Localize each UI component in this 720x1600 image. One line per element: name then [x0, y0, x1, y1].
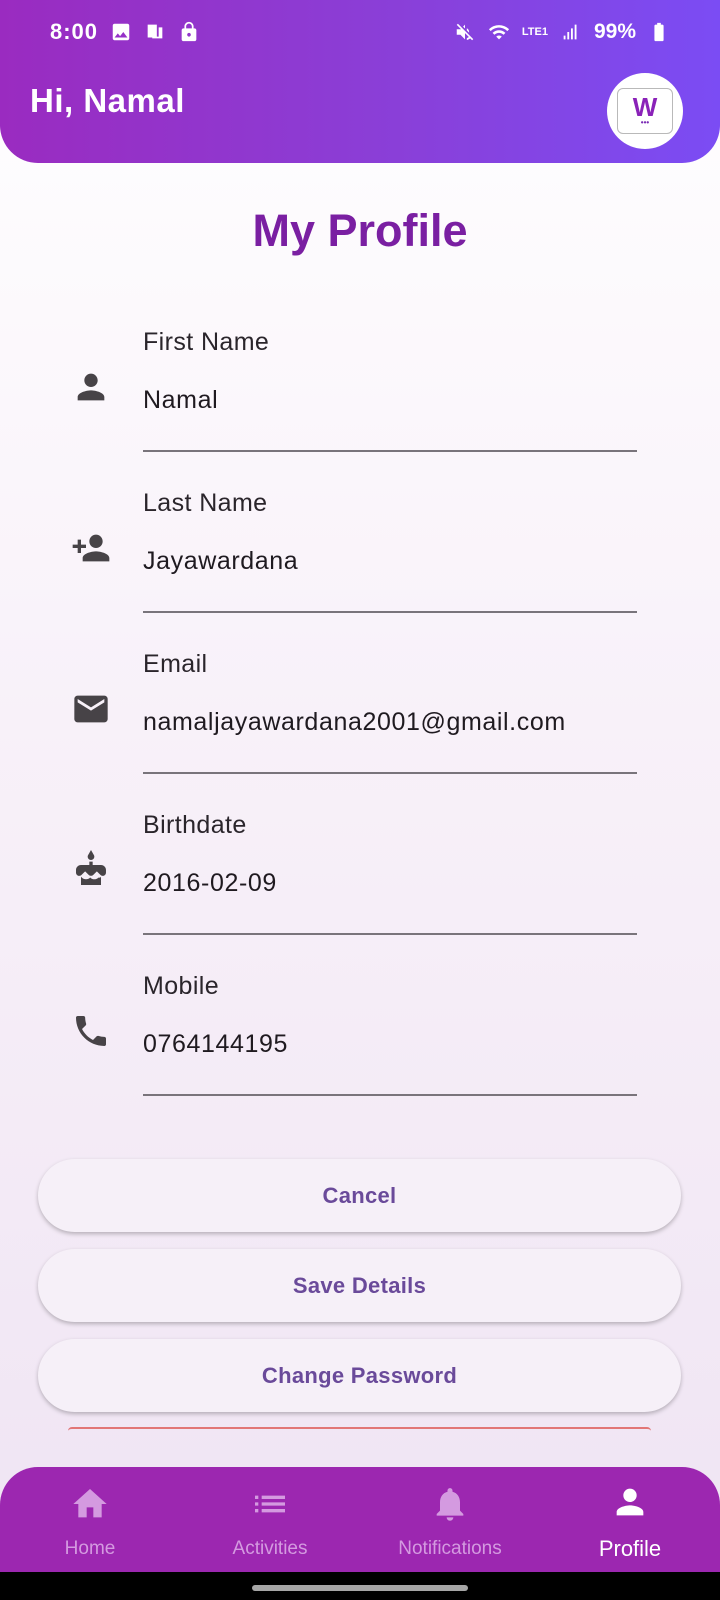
partially-hidden-button[interactable]: [68, 1427, 651, 1435]
first-name-input[interactable]: [143, 386, 643, 415]
first-name-underline: [143, 450, 637, 452]
nav-item-notifications[interactable]: Notifications: [360, 1467, 540, 1572]
email-input[interactable]: [143, 708, 663, 737]
page-title: My Profile: [252, 205, 468, 256]
avatar[interactable]: W •••: [607, 73, 683, 149]
cake-icon: [66, 845, 116, 895]
nav-item-home[interactable]: Home: [0, 1467, 180, 1572]
gallery-icon: [110, 21, 132, 43]
app-header: 8:00 LTE1 99% Hi, Namal W •••: [0, 0, 720, 163]
signal-icon: [560, 21, 582, 43]
status-time: 8:00: [50, 19, 99, 44]
lock-icon: [178, 21, 200, 43]
person-icon: [66, 362, 116, 412]
email-icon: [66, 684, 116, 734]
mobile-underline: [143, 1094, 637, 1096]
birthdate-label: Birthdate: [143, 811, 247, 839]
mobile-input[interactable]: [143, 1030, 643, 1059]
save-details-button[interactable]: Save Details: [38, 1249, 681, 1322]
network-type-label: LTE1: [521, 25, 548, 38]
wifi-icon: [488, 21, 510, 43]
nav-item-activities[interactable]: Activities: [180, 1467, 360, 1572]
bottom-navigation: Home Activities Notifications Profile: [0, 1467, 720, 1572]
last-name-label: Last Name: [143, 489, 268, 517]
last-name-input[interactable]: [143, 547, 643, 576]
last-name-field[interactable]: Last Name: [0, 479, 720, 639]
app-logo: W •••: [617, 88, 673, 134]
person-icon: [610, 1482, 650, 1528]
list-icon: [250, 1484, 290, 1530]
status-left: 8:00: [50, 19, 200, 45]
battery-icon: [648, 21, 670, 43]
first-name-label: First Name: [143, 328, 270, 356]
phone-icon: [66, 1006, 116, 1056]
person-add-icon: [66, 523, 116, 573]
cancel-button[interactable]: Cancel: [38, 1159, 681, 1232]
battery-percent: 99%: [593, 20, 636, 43]
logo-letter-icon: W: [632, 92, 658, 122]
mobile-label: Mobile: [143, 972, 220, 1000]
birthdate-field[interactable]: Birthdate: [0, 801, 720, 961]
birthdate-input[interactable]: [143, 869, 643, 898]
first-name-field[interactable]: First Name: [0, 318, 720, 478]
nav-profile-label: Profile: [598, 1535, 662, 1561]
email-label: Email: [143, 650, 208, 678]
nav-home-label: Home: [64, 1537, 116, 1559]
mobile-field[interactable]: Mobile: [0, 962, 720, 1122]
greeting-text: Hi, Namal: [30, 82, 185, 119]
bell-icon: [430, 1484, 470, 1530]
status-right: LTE1 99%: [454, 20, 670, 44]
status-bar: 8:00 LTE1 99%: [0, 0, 720, 64]
nav-item-profile[interactable]: Profile: [540, 1467, 720, 1572]
nav-notifications-label: Notifications: [398, 1537, 502, 1559]
screen-mirror-icon: [144, 21, 166, 43]
change-password-button[interactable]: Change Password: [38, 1339, 681, 1412]
nav-activities-label: Activities: [232, 1537, 308, 1559]
email-underline: [143, 772, 637, 774]
mute-icon: [454, 21, 476, 43]
logo-dots-icon: •••: [640, 118, 650, 127]
last-name-underline: [143, 611, 637, 613]
email-field[interactable]: Email: [0, 640, 720, 800]
home-gesture-handle[interactable]: [252, 1585, 468, 1591]
home-icon: [70, 1484, 110, 1530]
birthdate-underline: [143, 933, 637, 935]
